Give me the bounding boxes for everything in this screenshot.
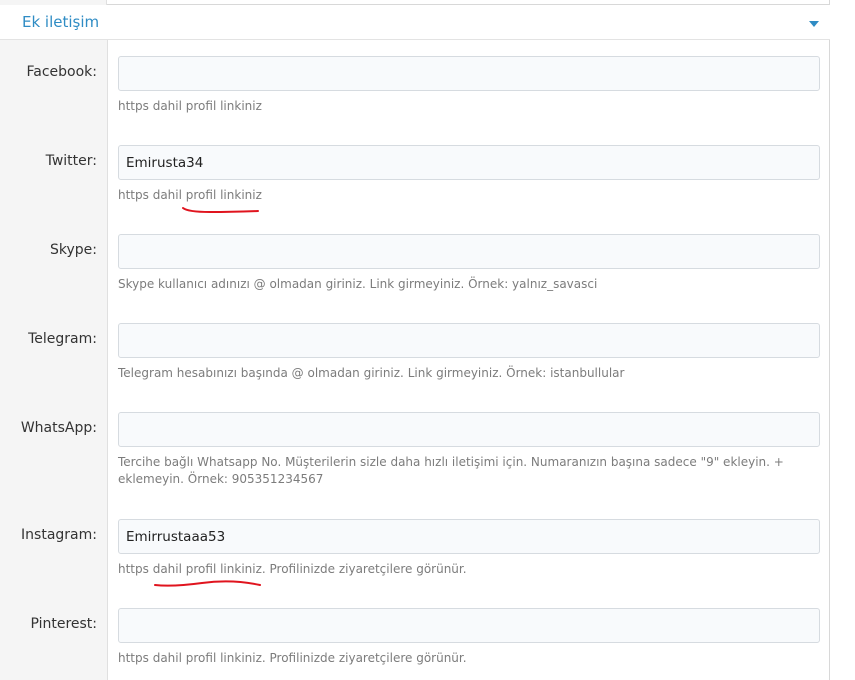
field-hint-facebook: https dahil profil linkiniz (118, 99, 262, 113)
field-label-twitter: Twitter: (45, 153, 97, 169)
field-label-facebook: Facebook: (26, 64, 98, 80)
twitter-input[interactable] (118, 145, 820, 180)
instagram-input[interactable] (118, 519, 820, 554)
label-column (0, 40, 108, 680)
pinterest-input[interactable] (118, 608, 820, 643)
field-hint-telegram: Telegram hesabınızı başında @ olmadan gi… (118, 366, 625, 380)
field-hint-pinterest: https dahil profil linkiniz. Profilinizd… (118, 651, 467, 665)
section-title[interactable]: Ek iletişim (22, 13, 99, 31)
telegram-input[interactable] (118, 323, 820, 358)
field-hint-twitter: https dahil profil linkiniz (118, 188, 262, 202)
whatsapp-input[interactable] (118, 412, 820, 447)
skype-input[interactable] (118, 234, 820, 269)
field-label-whatsapp: WhatsApp: (20, 420, 97, 436)
facebook-input[interactable] (118, 56, 820, 91)
field-label-skype: Skype: (50, 242, 97, 258)
red-underline-annotation-twitter (182, 207, 259, 214)
field-hint-instagram: https dahil profil linkiniz. Profilinizd… (118, 562, 467, 576)
field-label-telegram: Telegram: (28, 331, 97, 347)
field-hint-whatsapp: Tercihe bağlı Whatsapp No. Müşterilerin … (118, 455, 784, 486)
section-header[interactable]: Ek iletişim (0, 5, 830, 40)
field-hint-skype: Skype kullanıcı adınızı @ olmadan girini… (118, 277, 598, 291)
caret-down-icon[interactable] (809, 21, 819, 27)
field-label-pinterest: Pinterest: (30, 616, 97, 632)
field-label-instagram: Instagram: (21, 527, 97, 543)
red-underline-annotation-instagram (154, 580, 261, 587)
